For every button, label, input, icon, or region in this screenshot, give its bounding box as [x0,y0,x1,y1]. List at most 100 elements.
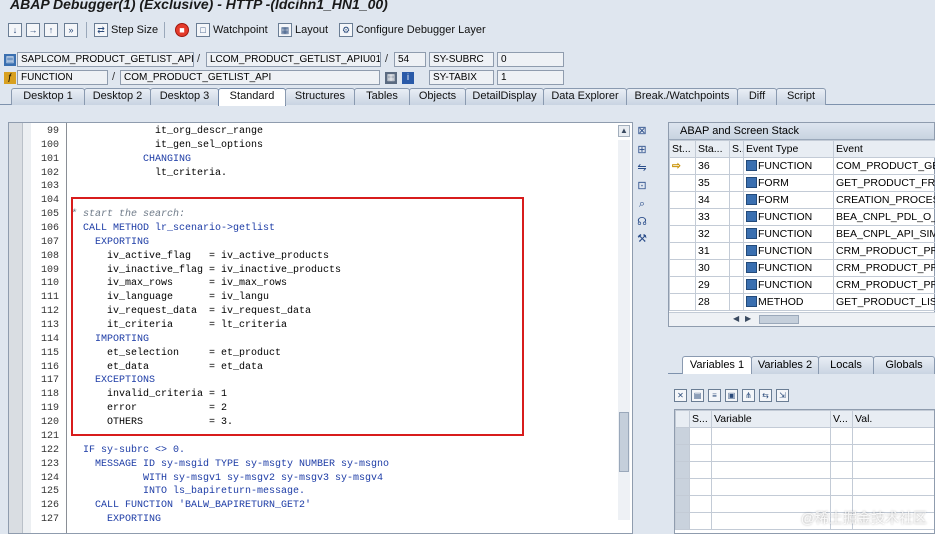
step-size-button[interactable]: ⇄ Step Size [94,21,158,39]
variable-cell[interactable] [830,461,853,479]
breakpoint-gutter[interactable] [9,123,23,533]
stack-column-header[interactable]: Event Type [743,140,834,158]
watchpoint-button[interactable]: □ Watchpoint [196,21,268,39]
variable-cell[interactable] [689,478,712,496]
variable-cell[interactable] [852,478,934,496]
tab-detaildisplay[interactable]: DetailDisplay [465,88,544,105]
maximize-icon[interactable]: ⊡ [635,179,649,193]
code-line[interactable]: MESSAGE ID sy-msgid TYPE sy-msgty NUMBER… [71,459,389,470]
variable-cell[interactable] [711,461,831,479]
sysvar2-value-field[interactable]: 1 [497,70,564,85]
sysvar1-value-field[interactable]: 0 [497,52,564,67]
event-name-field[interactable]: COM_PRODUCT_GETLIST_API [120,70,380,85]
stack-row[interactable]: 28 METHOD GET_PRODUCT_LIST [669,293,935,311]
variable-cell[interactable] [689,461,712,479]
table-icon[interactable]: ▤ [691,389,704,402]
variable-cell[interactable] [852,461,934,479]
sysvar2-name-field[interactable]: SY-TABIX [429,70,494,85]
variable-cell[interactable] [711,444,831,462]
row-selector[interactable] [675,461,690,479]
code-line[interactable]: it_org_descr_range [71,126,263,137]
code-line[interactable]: CHANGING [71,154,191,165]
navigate-icon[interactable]: ⇆ [759,389,772,402]
tab-locals[interactable]: Locals [818,356,874,374]
event-type-field[interactable]: FUNCTION [17,70,108,85]
variable-row[interactable] [675,461,934,479]
tab-diff[interactable]: Diff [737,88,777,105]
layout-button[interactable]: ▦ Layout [278,21,328,39]
export-icon[interactable]: ⇲ [776,389,789,402]
variable-row[interactable] [675,427,934,445]
return-button[interactable]: ↑ [44,21,58,39]
variable-cell[interactable] [852,427,934,445]
editor-scrollbar[interactable]: ▲ [617,122,631,534]
include-field[interactable]: LCOM_PRODUCT_GETLIST_APIU01 [206,52,381,67]
variable-column-header[interactable]: S... [689,410,712,428]
code-line[interactable]: WITH sy-msgv1 sy-msgv2 sy-msgv3 sy-msgv4 [71,473,383,484]
row-selector[interactable] [675,512,690,530]
tab-desktop-3[interactable]: Desktop 3 [150,88,219,105]
code-line[interactable]: CALL FUNCTION 'BALW_BAPIRETURN_GET2' [71,500,311,511]
new-tool-icon[interactable]: ⊞ [635,143,649,157]
code-line[interactable]: INTO ls_bapireturn-message. [71,486,305,497]
code-line[interactable]: EXPORTING [71,514,161,525]
stack-row[interactable]: 35 FORMGET_PRODUCT_FROM_ [669,174,935,192]
stack-hscrollbar[interactable]: ◀ ▶ [669,312,935,326]
row-selector[interactable] [675,495,690,513]
search-tool-icon[interactable]: ⌕ [635,197,649,211]
variable-cell[interactable] [830,478,853,496]
row-selector[interactable] [675,478,690,496]
display-source-icon[interactable]: ▦ [385,72,397,84]
row-selector[interactable] [675,427,690,445]
stop-button[interactable]: ■ [175,21,189,39]
tab-tables[interactable]: Tables [354,88,410,105]
configure-debugger-layer-button[interactable]: ⚙ Configure Debugger Layer [339,21,486,39]
stack-column-header[interactable]: Event [833,140,935,158]
variable-cell[interactable] [711,427,831,445]
execute-button[interactable]: → [26,21,40,39]
tab-globals[interactable]: Globals [873,356,935,374]
code-line[interactable]: lt_criteria. [71,168,227,179]
scroll-left-icon[interactable]: ◀ [733,314,739,323]
line-field[interactable]: 54 [394,52,426,67]
tab-desktop-1[interactable]: Desktop 1 [11,88,85,105]
code-line[interactable]: it_gen_sel_options [71,140,263,151]
code-line[interactable]: IF sy-subrc <> 0. [71,445,185,456]
source-code-editor[interactable]: 99 it_org_descr_range 100 it_gen_sel_opti… [8,122,633,534]
variable-cell[interactable] [852,444,934,462]
tab-variables-1[interactable]: Variables 1 [682,356,752,374]
variable-cell[interactable] [711,478,831,496]
close-icon[interactable]: ⊠ [635,124,649,138]
row-selector[interactable] [675,444,690,462]
save-icon[interactable]: ▣ [725,389,738,402]
tab-variables-2[interactable]: Variables 2 [751,356,819,374]
scroll-up-icon[interactable]: ▲ [618,125,630,137]
variable-cell[interactable] [830,427,853,445]
variable-cell[interactable] [689,427,712,445]
tab-structures[interactable]: Structures [285,88,355,105]
tab-desktop-2[interactable]: Desktop 2 [84,88,151,105]
stack-column-header[interactable]: St... [669,140,696,158]
program-field[interactable]: SAPLCOM_PRODUCT_GETLIST_API [17,52,194,67]
variable-row[interactable] [675,478,934,496]
variable-cell[interactable] [689,512,712,530]
stack-row[interactable]: ⇨ 36 FUNCTIONCOM_PRODUCT_GETLI [669,157,935,175]
stack-row[interactable]: 32 FUNCTIONBEA_CNPL_API_SIMUL [669,225,935,243]
info-icon[interactable]: i [402,72,414,84]
single-step-button[interactable]: ↓ [8,21,22,39]
stack-row[interactable]: 33 FUNCTIONBEA_CNPL_PDL_O_DA [669,208,935,226]
variable-column-header[interactable]: V... [830,410,853,428]
tab-break-watchpoints[interactable]: Break./Watchpoints [626,88,738,105]
scroll-thumb[interactable] [619,412,629,472]
variable-column-header[interactable]: Val. [852,410,934,428]
variable-cell[interactable] [689,495,712,513]
services-icon[interactable]: ⚒ [635,232,649,246]
stack-scroll-thumb[interactable] [759,315,799,324]
sysvar1-name-field[interactable]: SY-SUBRC [429,52,494,67]
variable-row[interactable] [675,444,934,462]
hierarchy-icon[interactable]: ⋔ [742,389,755,402]
continue-button[interactable]: » [64,21,78,39]
tab-objects[interactable]: Objects [409,88,466,105]
stack-row[interactable]: 29 FUNCTIONCRM_PRODUCT_PROPC [669,276,935,294]
delete-icon[interactable]: ✕ [674,389,687,402]
